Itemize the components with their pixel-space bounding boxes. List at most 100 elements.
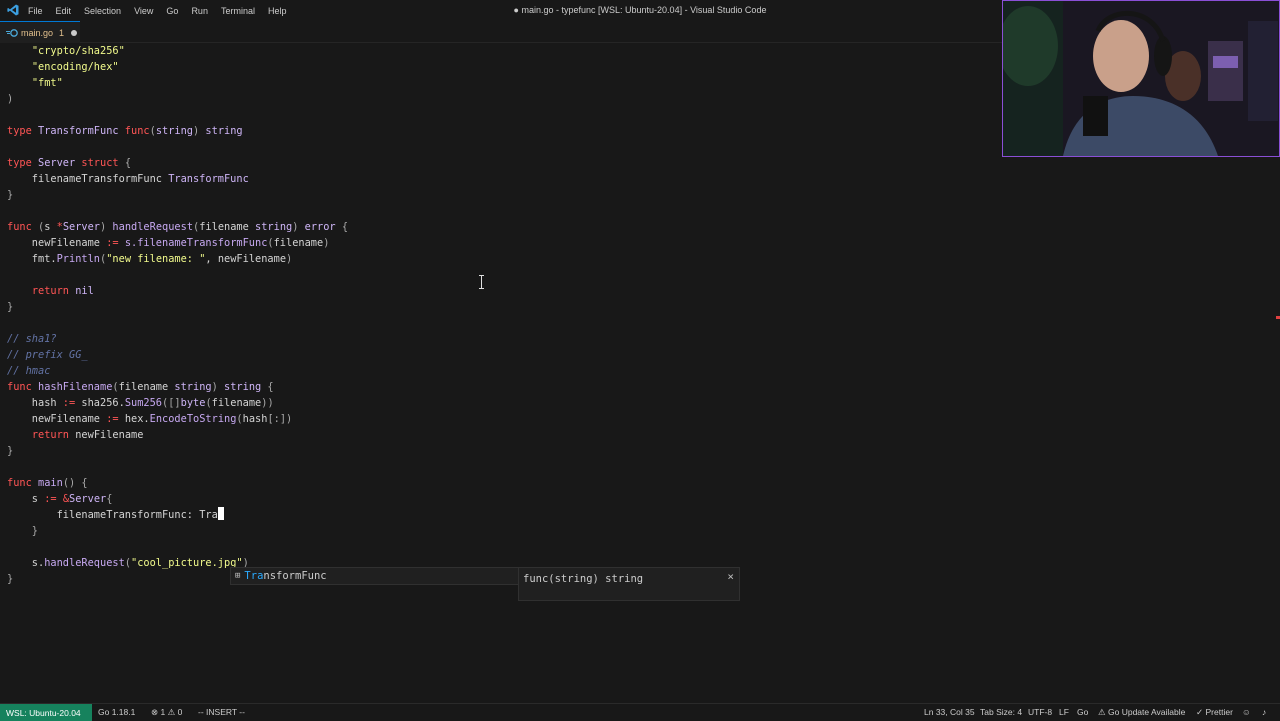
code-token: return	[31, 285, 76, 297]
menu-file[interactable]: File	[28, 6, 43, 16]
code-line[interactable]: return nil	[7, 283, 348, 299]
encoding[interactable]: UTF-8	[1028, 704, 1052, 721]
code-line[interactable]: newFilename := s.filenameTransformFunc(f…	[7, 235, 348, 251]
warning-icon: ⚠	[167, 707, 176, 717]
overview-ruler-error-marker	[1276, 316, 1280, 319]
code-line[interactable]: }	[7, 523, 348, 539]
code-line[interactable]	[7, 203, 348, 219]
code-token: )	[100, 221, 113, 233]
code-token: }	[7, 189, 14, 201]
status-bar: WSL: Ubuntu-20.04 Go 1.18.1 ⊗ 1 ⚠ 0 -- I…	[0, 703, 1280, 721]
code-line[interactable]: func hashFilename(filename string) strin…	[7, 379, 348, 395]
code-line[interactable]: }	[7, 443, 348, 459]
code-token: main	[38, 477, 63, 489]
code-token: s.	[7, 557, 45, 569]
code-token: [:]	[267, 413, 287, 425]
feedback-icon[interactable]: ☺	[1242, 704, 1251, 721]
prettier[interactable]: ✓ Prettier	[1196, 704, 1233, 721]
code-token: Println	[56, 253, 101, 265]
code-line[interactable]: // prefix GG_	[7, 347, 348, 363]
go-version[interactable]: Go 1.18.1	[98, 704, 135, 721]
code-line[interactable]: hash := sha256.Sum256([]byte(filename))	[7, 395, 348, 411]
code-token: string	[155, 125, 194, 137]
code-area[interactable]: "crypto/sha256" "encoding/hex" "fmt") typ…	[7, 43, 348, 587]
code-line[interactable]: }	[7, 299, 348, 315]
menu-help[interactable]: Help	[268, 6, 287, 16]
warning-icon: ⚠	[1098, 707, 1106, 717]
code-token: string	[224, 381, 268, 393]
tab-problem-count: 1	[59, 27, 65, 38]
code-line[interactable]: func main() {	[7, 475, 348, 491]
code-token: sha256.	[81, 397, 125, 409]
menu-edit[interactable]: Edit	[56, 6, 72, 16]
menu-run[interactable]: Run	[191, 6, 208, 16]
tab-size[interactable]: Tab Size: 4	[980, 704, 1022, 721]
code-line[interactable]: }	[7, 187, 348, 203]
code-line[interactable]	[7, 459, 348, 475]
menu-terminal[interactable]: Terminal	[221, 6, 255, 16]
code-token: }	[7, 301, 14, 313]
problems-indicator[interactable]: ⊗ 1 ⚠ 0	[151, 704, 182, 721]
code-line[interactable]: // sha1?	[7, 331, 348, 347]
code-token: byte	[180, 397, 206, 409]
code-token: type	[7, 157, 38, 169]
go-update[interactable]: ⚠ Go Update Available	[1098, 704, 1185, 721]
notifications-icon[interactable]: ♪	[1262, 704, 1266, 721]
code-line[interactable]	[7, 539, 348, 555]
menu-go[interactable]: Go	[166, 6, 178, 16]
code-token: crypto/sha256	[38, 45, 119, 57]
close-icon[interactable]: ×	[727, 570, 734, 583]
webcam-image	[1003, 1, 1279, 156]
suggestion-item[interactable]: ⊞ TransformFunc	[230, 567, 520, 585]
code-line[interactable]	[7, 139, 348, 155]
code-line[interactable]: func (s *Server) handleRequest(filename …	[7, 219, 348, 235]
code-token: // prefix GG_	[7, 349, 88, 361]
code-line[interactable]: filenameTransformFunc: Tra	[7, 507, 348, 523]
code-token: newFilename	[7, 413, 107, 425]
code-token: error	[304, 221, 342, 233]
code-token: Server	[38, 157, 82, 169]
code-line[interactable]: )	[7, 91, 348, 107]
code-token: s	[7, 493, 45, 505]
code-line[interactable]: // hmac	[7, 363, 348, 379]
code-line[interactable]	[7, 315, 348, 331]
end-of-line[interactable]: LF	[1059, 704, 1069, 721]
go-update-label: Go Update Available	[1108, 707, 1186, 717]
unsaved-dot-icon[interactable]	[71, 29, 78, 36]
code-token: s.filenameTransformFunc	[124, 237, 268, 249]
remote-indicator[interactable]: WSL: Ubuntu-20.04	[0, 704, 92, 721]
check-icon: ✓	[1196, 707, 1204, 717]
menu-view[interactable]: View	[134, 6, 153, 16]
vim-mode: -- INSERT --	[198, 707, 245, 717]
code-line[interactable]	[7, 107, 348, 123]
code-token: )	[323, 237, 330, 249]
code-line[interactable]: fmt.Println("new filename: ", newFilenam…	[7, 251, 348, 267]
code-line[interactable]: "crypto/sha256"	[7, 43, 348, 59]
code-line[interactable]: "encoding/hex"	[7, 59, 348, 75]
language-mode[interactable]: Go	[1077, 704, 1088, 721]
code-line[interactable]: "fmt"	[7, 75, 348, 91]
error-count: 1	[160, 707, 166, 717]
code-token: handleRequest	[112, 221, 194, 233]
code-token: // sha1?	[7, 333, 57, 345]
webcam-overlay	[1002, 0, 1280, 157]
code-line[interactable]: s := &Server{	[7, 491, 348, 507]
code-token: Tra	[199, 509, 218, 521]
code-line[interactable]: return newFilename	[7, 427, 348, 443]
code-line[interactable]: newFilename := hex.EncodeToString(hash[:…	[7, 411, 348, 427]
vscode-logo-icon	[7, 4, 19, 16]
code-token: filename	[199, 221, 256, 233]
code-line[interactable]: type TransformFunc func(string) string	[7, 123, 348, 139]
code-token: encoding/hex	[38, 61, 113, 73]
menu-selection[interactable]: Selection	[84, 6, 121, 16]
code-line[interactable]: filenameTransformFunc TransformFunc	[7, 171, 348, 187]
cursor-position[interactable]: Ln 33, Col 35	[924, 704, 975, 721]
tab-main-go[interactable]: main.go 1	[0, 21, 80, 43]
code-token: {	[267, 381, 274, 393]
code-token: handleRequest	[44, 557, 125, 569]
code-line[interactable]	[7, 267, 348, 283]
tab-label: main.go	[21, 27, 54, 38]
suggestion-detail-text: func(string) string	[523, 573, 644, 585]
code-line[interactable]: type Server struct {	[7, 155, 348, 171]
